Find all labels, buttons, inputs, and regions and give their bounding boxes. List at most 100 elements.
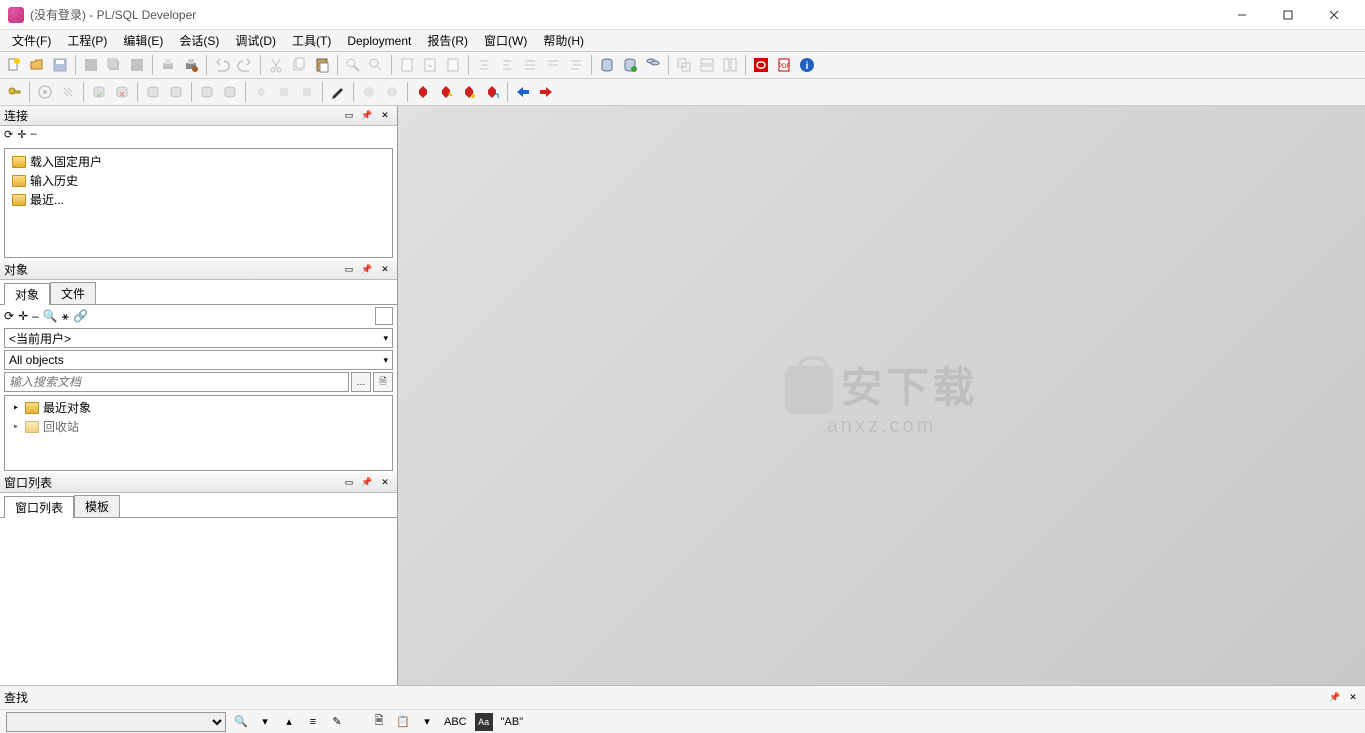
refresh-icon[interactable]: ⟳	[4, 309, 14, 323]
find-down-icon[interactable]: ▾	[256, 713, 274, 731]
copy-button[interactable]	[288, 54, 310, 76]
find-up-icon[interactable]: ▴	[280, 713, 298, 731]
db-button-2[interactable]	[619, 54, 641, 76]
menu-file[interactable]: 文件(F)	[4, 30, 59, 51]
indent-out-button[interactable]	[473, 54, 495, 76]
redo-button[interactable]	[234, 54, 256, 76]
undo-button[interactable]	[211, 54, 233, 76]
tree-item-recent[interactable]: 最近...	[8, 190, 389, 209]
clipboard-icon[interactable]: 📋	[394, 713, 412, 731]
panel-close-icon[interactable]: ✕	[377, 109, 393, 123]
toggle-button[interactable]	[375, 307, 393, 325]
debug-btn-c[interactable]	[296, 81, 318, 103]
db-button-1[interactable]	[596, 54, 618, 76]
panel-dock-icon[interactable]: ▭	[341, 475, 357, 489]
options-dropdown-icon[interactable]: ▾	[418, 713, 436, 731]
print-setup-button[interactable]	[180, 54, 202, 76]
debug-btn-a[interactable]	[250, 81, 272, 103]
search-input[interactable]	[4, 372, 349, 392]
panel-close-icon[interactable]: ✕	[377, 475, 393, 489]
case-icon[interactable]: Aa	[475, 713, 493, 731]
panel-dock-icon[interactable]: ▭	[341, 263, 357, 277]
open-button[interactable]	[26, 54, 48, 76]
commit-button[interactable]	[88, 81, 110, 103]
menu-deployment[interactable]: Deployment	[339, 32, 419, 50]
bp-button-a[interactable]	[358, 81, 380, 103]
remove-icon[interactable]: –	[30, 128, 36, 144]
menu-report[interactable]: 报告(R)	[419, 30, 476, 51]
find-icon[interactable]: 🔍	[43, 309, 58, 323]
db-btn-d[interactable]	[219, 81, 241, 103]
window-cascade-button[interactable]	[673, 54, 695, 76]
connect-tree[interactable]: 载入固定用户 输入历史 最近...	[4, 148, 393, 258]
rollback-button[interactable]	[111, 81, 133, 103]
tree-item-recent-objects[interactable]: ▸最近对象	[7, 398, 390, 417]
panel-dock-icon[interactable]: ▭	[341, 109, 357, 123]
collapse-icon[interactable]: –	[32, 309, 39, 323]
format-button[interactable]	[565, 54, 587, 76]
highlight-icon[interactable]: ✎	[328, 713, 346, 731]
add-icon[interactable]: ✛	[17, 128, 26, 144]
maximize-button[interactable]	[1265, 0, 1311, 30]
panel-close-icon[interactable]: ✕	[377, 263, 393, 277]
pdf-button[interactable]: PDF	[773, 54, 795, 76]
red-poly-d[interactable]	[481, 81, 503, 103]
db-btn-c[interactable]	[196, 81, 218, 103]
find-combobox[interactable]	[6, 712, 226, 732]
new-button[interactable]	[3, 54, 25, 76]
window-tile-v-button[interactable]	[719, 54, 741, 76]
ab-label[interactable]: "AB"	[499, 716, 525, 728]
menu-help[interactable]: 帮助(H)	[535, 30, 592, 51]
tab-objects[interactable]: 对象	[4, 283, 50, 305]
menu-window[interactable]: 窗口(W)	[476, 30, 535, 51]
paste-button[interactable]	[311, 54, 333, 76]
tree-item-history[interactable]: 输入历史	[8, 171, 389, 190]
find-next-button[interactable]	[365, 54, 387, 76]
expand-icon[interactable]: ▸	[11, 402, 21, 413]
panel-close-icon[interactable]: ✕	[1345, 691, 1361, 705]
comment-button[interactable]	[519, 54, 541, 76]
tab-files[interactable]: 文件	[50, 282, 96, 304]
expand-icon[interactable]: ▸	[11, 421, 21, 432]
logon-button[interactable]	[3, 81, 25, 103]
expand-icon[interactable]: ✛	[18, 309, 28, 323]
disk-button[interactable]	[126, 54, 148, 76]
find-all-icon[interactable]: ≡	[304, 713, 322, 731]
save-disk-button[interactable]	[80, 54, 102, 76]
save-button[interactable]	[49, 54, 71, 76]
link-icon[interactable]: 🔗	[73, 309, 88, 323]
filter-dropdown[interactable]: All objects ▾	[4, 350, 393, 370]
tree-item-recycle[interactable]: ▸回收站	[7, 417, 390, 436]
debug-btn-b[interactable]	[273, 81, 295, 103]
filter-icon[interactable]: ⚹	[62, 309, 69, 324]
browse-button[interactable]: …	[351, 372, 371, 392]
panel-pin-icon[interactable]: 📌	[1327, 691, 1343, 705]
menu-edit[interactable]: 编辑(E)	[115, 30, 171, 51]
panel-pin-icon[interactable]: 📌	[359, 263, 375, 277]
close-button[interactable]	[1311, 0, 1357, 30]
doc-a-button[interactable]	[396, 54, 418, 76]
menu-project[interactable]: 工程(P)	[59, 30, 115, 51]
bp-button-b[interactable]	[381, 81, 403, 103]
menu-debug[interactable]: 调试(D)	[227, 30, 284, 51]
user-dropdown[interactable]: <当前用户> ▾	[4, 328, 393, 348]
oracle-button[interactable]	[750, 54, 772, 76]
execute-button[interactable]	[34, 81, 56, 103]
red-poly-b[interactable]	[435, 81, 457, 103]
doc-c-button[interactable]	[442, 54, 464, 76]
tree-item-fixed-users[interactable]: 载入固定用户	[8, 152, 389, 171]
nav-back-button[interactable]	[512, 81, 534, 103]
tab-templates[interactable]: 模板	[74, 495, 120, 517]
indent-in-button[interactable]	[496, 54, 518, 76]
doc-b-button[interactable]	[419, 54, 441, 76]
db-button-3[interactable]	[642, 54, 664, 76]
red-poly-c[interactable]	[458, 81, 480, 103]
menu-tools[interactable]: 工具(T)	[284, 30, 339, 51]
db-btn-b[interactable]	[165, 81, 187, 103]
find-icon[interactable]: 🔍	[232, 713, 250, 731]
panel-pin-icon[interactable]: 📌	[359, 475, 375, 489]
search-go-button[interactable]: 🗎	[373, 372, 393, 392]
tab-windowlist[interactable]: 窗口列表	[4, 496, 74, 518]
uncomment-button[interactable]	[542, 54, 564, 76]
refresh-icon[interactable]: ⟳	[4, 128, 13, 144]
